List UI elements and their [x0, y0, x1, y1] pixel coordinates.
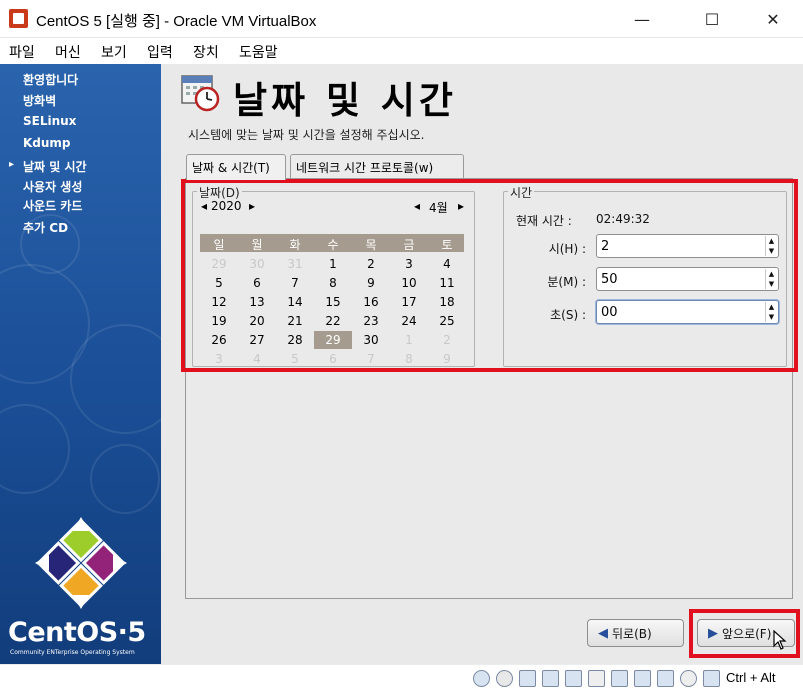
keyboard-capture-icon[interactable]	[703, 670, 720, 687]
shared-folders-icon[interactable]	[588, 670, 605, 687]
maximize-button[interactable]: ☐	[689, 0, 735, 38]
tab-date-time[interactable]: 날짜 & 시간(T)	[186, 154, 286, 180]
host-key-label: Ctrl + Alt	[726, 670, 776, 685]
menu-view[interactable]: 보기	[101, 42, 127, 62]
usb-icon[interactable]	[565, 670, 582, 687]
display-icon[interactable]	[611, 670, 628, 687]
sidebar-item-welcome: 환영합니다	[23, 73, 79, 87]
mouse-integration-icon[interactable]	[680, 670, 697, 687]
menu-input[interactable]: 입력	[147, 42, 173, 62]
sidebar-item-date-time: 날짜 및 시간	[23, 160, 87, 174]
sidebar-item-create-user: 사용자 생성	[23, 180, 83, 194]
menu-help[interactable]: 도움말	[239, 42, 278, 62]
minimize-button[interactable]: —	[619, 0, 665, 38]
tab-ntp[interactable]: 네트워크 시간 프로토콜(w)	[290, 154, 464, 179]
centos-wordmark: CentOS·5	[8, 617, 146, 648]
page-subtitle: 시스템에 맞는 날짜 및 시간을 설정해 주십시오.	[188, 128, 425, 142]
sidebar-item-additional-cd: 추가 CD	[23, 221, 69, 235]
virtualization-icon[interactable]	[657, 670, 674, 687]
menu-machine[interactable]: 머신	[55, 42, 81, 62]
network-icon[interactable]	[542, 670, 559, 687]
video-capture-icon[interactable]	[634, 670, 651, 687]
optical-drive-icon[interactable]	[496, 670, 513, 687]
sidebar-item-kdump: Kdump	[23, 136, 71, 150]
vm-statusbar: Ctrl + Alt	[0, 664, 803, 692]
mouse-cursor-icon	[773, 630, 787, 650]
close-button[interactable]: ✕	[750, 0, 796, 38]
centos-tagline: Community ENTerprise Operating System	[10, 649, 135, 656]
sidebar-item-firewall: 방화벽	[23, 94, 57, 108]
arrow-left-icon: ◀	[598, 625, 608, 641]
sidebar-item-sound-card: 사운드 카드	[23, 199, 83, 213]
menu-file[interactable]: 파일	[9, 42, 35, 62]
centos-logo-icon	[35, 517, 127, 609]
setup-sidebar: 환영합니다 방화벽 SELinux Kdump ▸ 날짜 및 시간 사용자 생성…	[0, 64, 161, 664]
current-step-marker: ▸	[9, 159, 15, 170]
sidebar-decoration	[90, 444, 160, 514]
setup-main-panel: 날짜 및 시간 시스템에 맞는 날짜 및 시간을 설정해 주십시오. 날짜 & …	[161, 64, 803, 664]
page-title: 날짜 및 시간	[233, 79, 457, 122]
virtualbox-icon	[9, 9, 28, 28]
highlight-box-datetime	[181, 179, 798, 372]
back-button-label: 뒤로(B)	[612, 626, 652, 641]
calendar-clock-icon	[181, 75, 220, 112]
menu-bar: 파일 머신 보기 입력 장치 도움말	[0, 38, 803, 64]
window-titlebar: CentOS 5 [실행 중] - Oracle VM VirtualBox —…	[0, 0, 803, 38]
audio-icon[interactable]	[519, 670, 536, 687]
hard-disk-icon[interactable]	[473, 670, 490, 687]
menu-devices[interactable]: 장치	[193, 42, 219, 62]
sidebar-decoration	[0, 404, 70, 494]
sidebar-item-selinux: SELinux	[23, 114, 77, 128]
window-title: CentOS 5 [실행 중] - Oracle VM VirtualBox	[36, 13, 317, 30]
back-button[interactable]: ◀ 뒤로(B)	[587, 619, 684, 647]
